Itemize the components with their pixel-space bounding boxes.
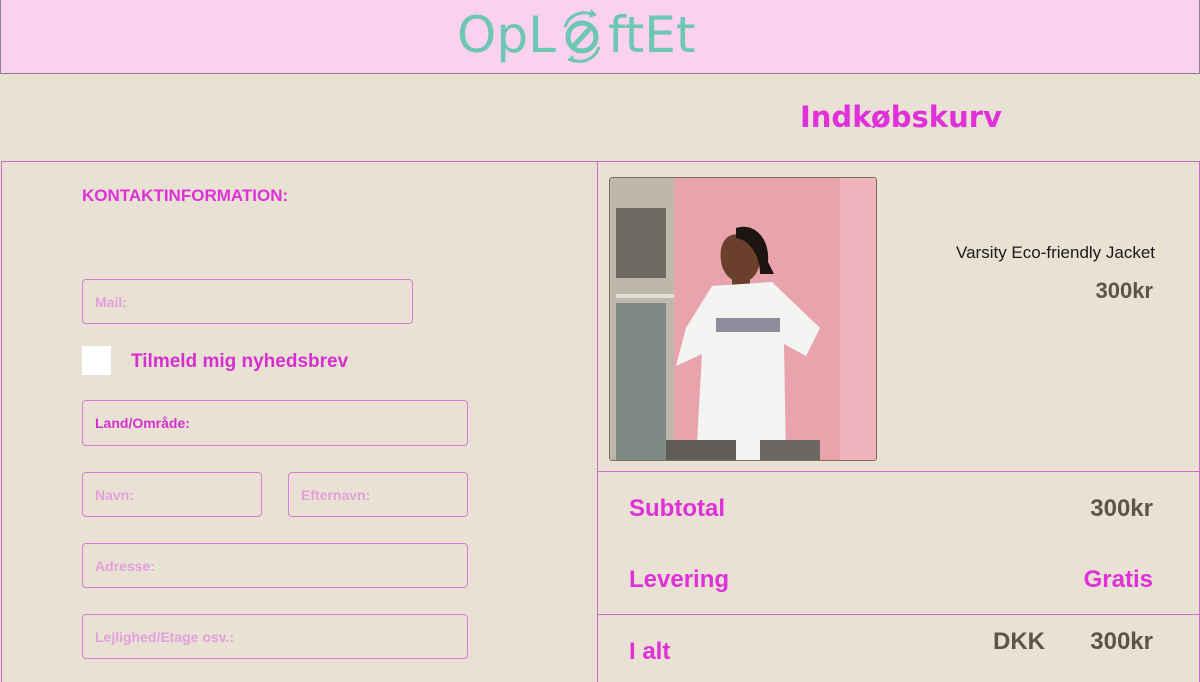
logo-text-start: OpL (457, 6, 556, 64)
total-label: I alt (629, 638, 671, 665)
subtotal-value: 300kr (1090, 495, 1153, 522)
newsletter-checkbox[interactable] (82, 346, 111, 375)
shipping-value: Gratis (1083, 566, 1153, 593)
email-field[interactable] (82, 279, 413, 324)
newsletter-label: Tilmeld mig nyhedsbrev (131, 351, 349, 372)
product-name: Varsity Eco-friendly Jacket (956, 243, 1156, 262)
page-title: Indkøbskurv (800, 100, 1002, 134)
total-value: 300kr (1090, 628, 1153, 655)
contact-section-title: KONTAKTINFORMATION: (82, 186, 289, 205)
site-logo[interactable]: OpL ftEt (457, 4, 695, 66)
apartment-field[interactable] (82, 614, 468, 659)
shipping-label: Levering (629, 566, 730, 593)
product-image[interactable] (609, 177, 877, 461)
cart-divider (597, 471, 1199, 472)
logo-text-end: ftEt (607, 6, 696, 64)
total-divider (597, 614, 1199, 615)
site-header: OpL ftEt (0, 0, 1200, 74)
product-price: 300kr (1095, 278, 1153, 303)
recycle-arrows-icon (557, 7, 607, 63)
address-field[interactable] (82, 543, 468, 588)
total-currency: DKK (993, 628, 1045, 655)
country-field[interactable] (82, 400, 468, 446)
first-name-field[interactable] (82, 472, 262, 517)
subtotal-label: Subtotal (629, 495, 725, 522)
last-name-field[interactable] (288, 472, 468, 517)
